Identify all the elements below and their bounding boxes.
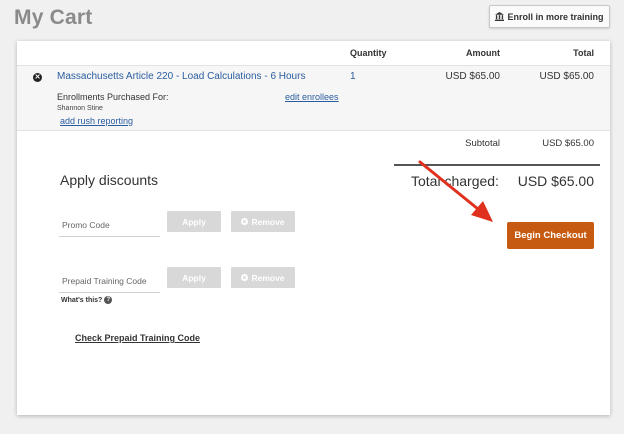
edit-enrollees-link[interactable]: edit enrollees bbox=[285, 92, 339, 102]
begin-checkout-button[interactable]: Begin Checkout bbox=[507, 222, 594, 249]
item-quantity: 1 bbox=[350, 71, 356, 82]
column-header-amount: Amount bbox=[466, 48, 500, 58]
x-circle-icon bbox=[241, 274, 249, 281]
subtotal-value: USD $65.00 bbox=[542, 138, 594, 149]
promo-apply-button[interactable]: Apply bbox=[167, 211, 221, 232]
subtotal-divider bbox=[394, 164, 600, 166]
whats-this-label: What's this? bbox=[61, 296, 103, 304]
x-circle-icon bbox=[241, 218, 249, 225]
prepaid-remove-label: Remove bbox=[251, 272, 285, 283]
prepaid-code-input[interactable]: Prepaid Training Code bbox=[59, 269, 160, 293]
apply-discounts-heading: Apply discounts bbox=[60, 172, 159, 188]
check-prepaid-code-link[interactable]: Check Prepaid Training Code bbox=[75, 333, 200, 343]
item-total: USD $65.00 bbox=[539, 71, 594, 82]
remove-circle-icon[interactable]: ✕ bbox=[33, 73, 42, 82]
prepaid-apply-button[interactable]: Apply bbox=[167, 267, 221, 288]
column-header-total: Total bbox=[573, 48, 594, 58]
promo-remove-button[interactable]: Remove bbox=[231, 211, 295, 232]
enrollments-label: Enrollments Purchased For: bbox=[57, 92, 169, 102]
enroll-more-button[interactable]: Enroll in more training bbox=[489, 5, 610, 28]
enrollee-name: Shannon Stine bbox=[57, 105, 103, 112]
enroll-more-label: Enroll in more training bbox=[507, 11, 604, 22]
column-header-quantity: Quantity bbox=[350, 48, 387, 58]
promo-remove-label: Remove bbox=[251, 216, 285, 227]
item-amount: USD $65.00 bbox=[445, 71, 500, 82]
page-title: My Cart bbox=[14, 6, 93, 29]
total-charged-label: Total charged: bbox=[411, 173, 499, 189]
course-title-link[interactable]: Massachusetts Article 220 - Load Calcula… bbox=[57, 71, 305, 82]
bank-icon bbox=[495, 12, 505, 21]
cart-item-row: ✕ Massachusetts Article 220 - Load Calcu… bbox=[17, 65, 610, 131]
add-rush-reporting-link[interactable]: add rush reporting bbox=[60, 116, 133, 126]
prepaid-remove-button[interactable]: Remove bbox=[231, 267, 295, 288]
cart-panel: Quantity Amount Total ✕ Massachusetts Ar… bbox=[17, 41, 610, 415]
whats-this-link[interactable]: What's this? ? bbox=[61, 296, 113, 304]
question-icon: ? bbox=[104, 296, 113, 304]
subtotal-label: Subtotal bbox=[465, 138, 500, 149]
promo-code-input[interactable]: Promo Code bbox=[59, 213, 160, 237]
total-charged-value: USD $65.00 bbox=[517, 173, 594, 189]
